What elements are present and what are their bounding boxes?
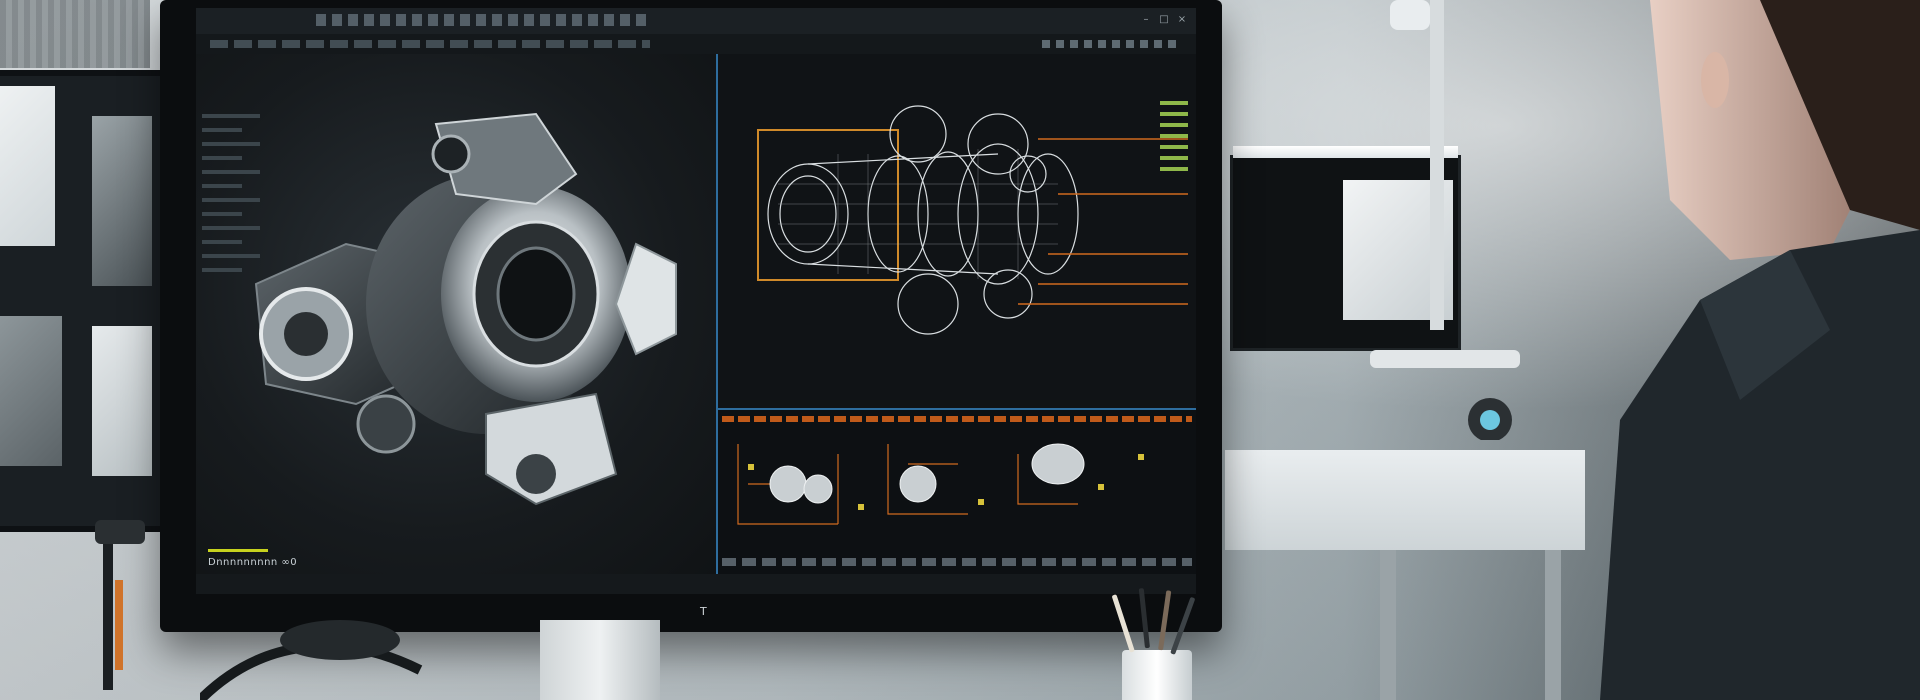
desk-lamp	[1370, 0, 1520, 440]
background-screen-tile	[92, 326, 152, 476]
exploded-view-toolbar[interactable]	[722, 558, 1192, 566]
timeline-header	[722, 416, 1192, 422]
monitor-stand	[540, 620, 660, 700]
wireframe-assembly	[757, 105, 1188, 335]
exploded-assembly-diagram	[737, 443, 1144, 525]
status-indicator	[208, 549, 268, 552]
ribbon-toolbar[interactable]	[316, 14, 646, 26]
solid-mechanical-part	[254, 112, 677, 506]
taskbar	[196, 574, 1196, 594]
view-controls[interactable]	[1042, 40, 1182, 48]
maximize-icon[interactable]: □	[1158, 14, 1170, 26]
pencil-cup	[1122, 650, 1192, 700]
camera-arm	[95, 520, 145, 690]
background-screen-tile	[0, 86, 55, 246]
background-screen-tile	[92, 116, 152, 286]
monitor-logo: T	[700, 605, 707, 618]
status-bar-text: Dnnnnnnnnn ∞0	[208, 557, 298, 568]
minimize-icon[interactable]: –	[1140, 14, 1152, 26]
layer-list[interactable]	[1160, 94, 1188, 178]
close-icon[interactable]: ×	[1176, 14, 1188, 26]
main-monitor: – □ × Dnnnnnnnnn ∞0 T	[160, 0, 1222, 632]
command-toolbar[interactable]	[196, 34, 1196, 55]
title-bar: – □ ×	[196, 8, 1196, 35]
viewport-solid-model[interactable]: Dnnnnnnnnn ∞0	[196, 54, 718, 574]
engineer-person	[1600, 0, 1920, 700]
desk-leg	[1380, 550, 1396, 700]
background-monitor-left	[0, 70, 166, 532]
background-shelf	[0, 0, 150, 68]
keyboard-cable	[200, 620, 423, 700]
viewport-exploded-view[interactable]	[718, 410, 1196, 574]
viewport-wireframe[interactable]	[718, 54, 1196, 410]
background-screen-tile	[0, 316, 62, 466]
cad-application-window: – □ × Dnnnnnnnnn ∞0	[196, 8, 1196, 594]
tool-buttons[interactable]	[210, 40, 650, 48]
